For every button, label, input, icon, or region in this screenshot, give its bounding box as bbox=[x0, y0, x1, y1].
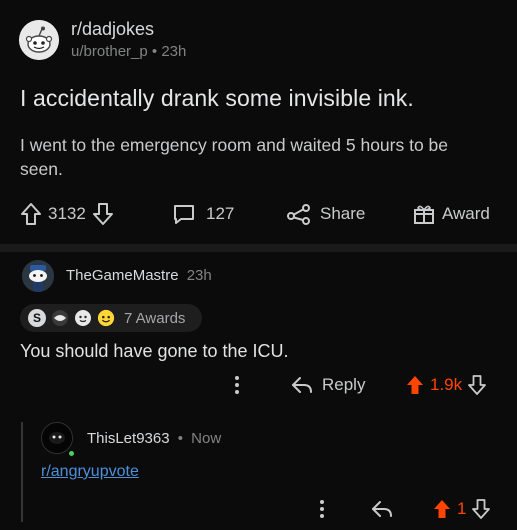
share-icon bbox=[287, 204, 310, 225]
awards-count: 7 Awards bbox=[124, 309, 186, 327]
snoo-avatar-icon bbox=[42, 423, 72, 453]
post-meta: u/brother_p • 23h bbox=[71, 43, 186, 60]
reply-separator: • bbox=[177, 430, 183, 447]
wholesome-award-icon bbox=[97, 309, 115, 327]
downvote-arrow-icon[interactable] bbox=[92, 202, 114, 226]
comment-author-line: TheGameMastre 23h bbox=[66, 267, 212, 284]
reddit-alien-icon bbox=[19, 20, 59, 60]
post-age: 23h bbox=[161, 43, 187, 60]
reply-button[interactable] bbox=[370, 498, 394, 520]
reply-button[interactable]: Reply bbox=[290, 374, 371, 396]
comment-count: 127 bbox=[206, 204, 235, 223]
subreddit-name[interactable]: r/dadjokes bbox=[71, 19, 154, 40]
reply-score: 1 bbox=[457, 499, 467, 518]
post-action-bar: 3132 127 Share Award bbox=[0, 196, 517, 232]
post-body: I went to the emergency room and waited … bbox=[20, 135, 449, 179]
post-author[interactable]: u/brother_p bbox=[71, 43, 148, 60]
face-award-icon bbox=[75, 310, 91, 326]
silver-award-icon: S bbox=[28, 309, 46, 327]
more-options-button[interactable] bbox=[233, 374, 241, 396]
more-dots-icon bbox=[320, 500, 324, 518]
post-score: 3132 bbox=[48, 204, 86, 223]
subreddit-avatar[interactable] bbox=[19, 20, 59, 60]
reply-age: Now bbox=[191, 430, 222, 447]
comment-avatar[interactable] bbox=[22, 260, 54, 292]
post-vote-group: 3132 bbox=[20, 202, 114, 226]
comment-author[interactable]: TheGameMastre bbox=[66, 267, 179, 284]
online-status-dot bbox=[67, 449, 76, 458]
upvote-arrow-icon[interactable] bbox=[405, 374, 425, 396]
reply-author-line: ThisLet9363 • Now bbox=[87, 430, 221, 447]
section-divider bbox=[0, 244, 517, 252]
reply-arrow-icon bbox=[292, 377, 312, 393]
hug-award-icon bbox=[52, 310, 68, 326]
comment-score: 1.9k bbox=[430, 375, 463, 394]
downvote-arrow-icon[interactable] bbox=[471, 498, 491, 520]
comments-button[interactable]: 127 bbox=[172, 202, 240, 226]
comment-action-bar: Reply 1.9k bbox=[0, 372, 517, 400]
gift-icon bbox=[414, 205, 434, 224]
awards-pill[interactable]: S 7 Awards bbox=[20, 304, 202, 332]
downvote-arrow-icon[interactable] bbox=[467, 374, 487, 396]
upvote-arrow-icon[interactable] bbox=[20, 202, 42, 226]
comment-vote-group: 1.9k bbox=[405, 374, 487, 396]
comment-bubble-icon bbox=[174, 205, 194, 224]
reply-action-bar: 1 bbox=[0, 496, 517, 524]
more-dots-icon bbox=[235, 376, 239, 394]
snoo-avatar-icon bbox=[22, 260, 54, 292]
reply-arrow-icon bbox=[372, 501, 392, 517]
share-button[interactable]: Share bbox=[286, 202, 371, 226]
award-label: Award bbox=[442, 204, 490, 223]
comment-age: 23h bbox=[186, 267, 212, 284]
more-options-button[interactable] bbox=[318, 498, 326, 520]
reply-vote-group: 1 bbox=[432, 498, 491, 520]
reply-label: Reply bbox=[322, 375, 366, 394]
meta-separator: • bbox=[151, 43, 158, 60]
comment-body: You should have gone to the ICU. bbox=[20, 341, 289, 361]
upvote-arrow-icon[interactable] bbox=[432, 498, 452, 520]
post-title[interactable]: I accidentally drank some invisible ink. bbox=[20, 85, 414, 112]
award-button[interactable]: Award bbox=[412, 202, 496, 226]
post-card: r/dadjokes u/brother_p • 23h I accidenta… bbox=[0, 0, 517, 244]
subreddit-link[interactable]: r/angryupvote bbox=[41, 463, 139, 481]
share-label: Share bbox=[320, 204, 366, 223]
reply-author[interactable]: ThisLet9363 bbox=[87, 430, 170, 447]
